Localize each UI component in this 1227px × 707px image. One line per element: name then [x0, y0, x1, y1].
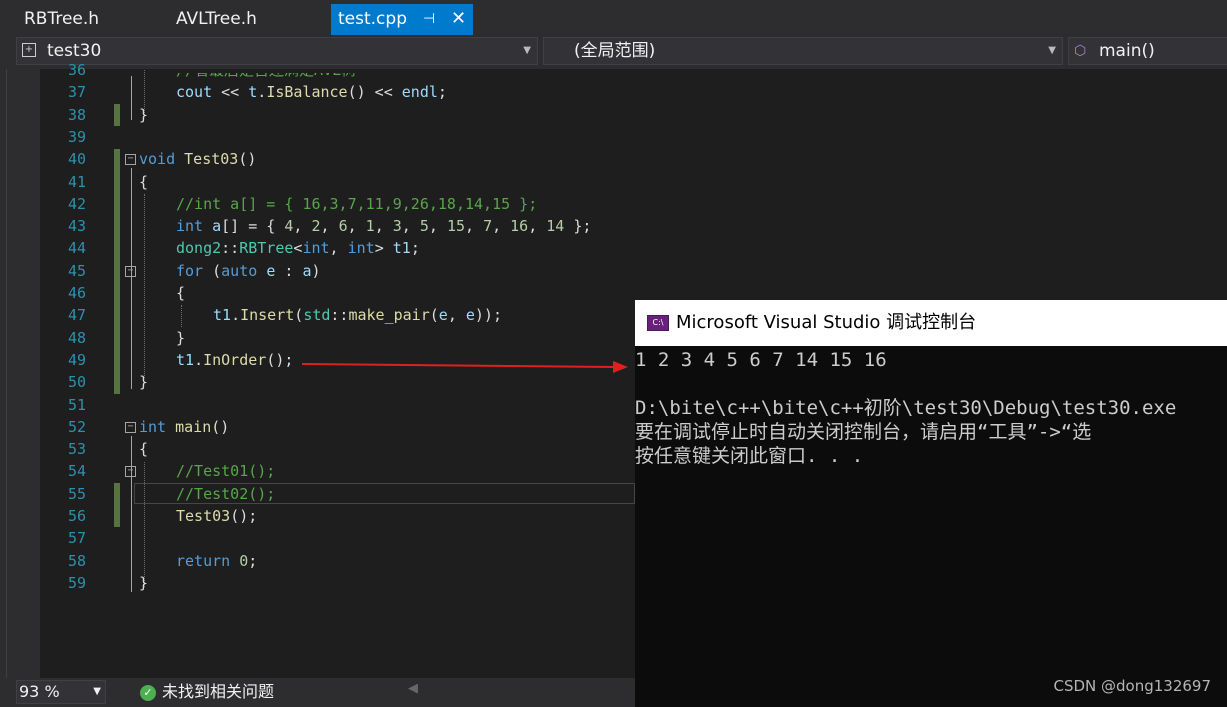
indent-guide — [181, 305, 182, 327]
code-line: } — [139, 574, 149, 592]
code-line: { — [176, 284, 186, 302]
issues-text: 未找到相关问题 — [162, 682, 275, 701]
console-output-line: 1 2 3 4 5 6 7 14 15 16 — [635, 349, 887, 371]
change-indicator — [114, 483, 120, 527]
code-line: int a[] = { 4, 2, 6, 1, 3, 5, 15, 7, 16,… — [176, 217, 592, 235]
line-number: 59 — [67, 574, 86, 592]
navigation-bar: + test30 ▼ (全局范围) ▼ ⬡ main() — [0, 35, 1227, 69]
document-tab-bar: RBTree.h AVLTree.h test.cpp ⊣ ✕ — [0, 0, 1227, 35]
line-number: 49 — [67, 351, 86, 369]
code-line: void Test03() — [139, 150, 257, 168]
line-number: 42 — [67, 195, 86, 213]
scope-name: (全局范围) — [574, 41, 656, 61]
code-line: { — [139, 440, 149, 458]
debug-console-window[interactable]: C:\ Microsoft Visual Studio 调试控制台 1 2 3 … — [635, 300, 1227, 707]
status-bar: 93 % ▼ ✓ 未找到相关问题 ◀ — [0, 678, 635, 707]
line-number: 56 — [67, 507, 86, 525]
line-number: 50 — [67, 373, 86, 391]
scope-dropdown[interactable]: (全局范围) ▼ — [543, 37, 1063, 65]
scope-line — [131, 436, 132, 592]
project-dropdown[interactable]: + test30 ▼ — [16, 37, 538, 65]
line-number: 55 — [67, 485, 86, 503]
tab-label: RBTree.h — [24, 9, 100, 29]
check-circle-icon: ✓ — [140, 684, 156, 701]
code-line: return 0; — [176, 552, 258, 570]
tab-test-cpp[interactable]: test.cpp ⊣ ✕ — [331, 4, 473, 35]
line-number: 38 — [67, 106, 86, 124]
line-number: 44 — [67, 239, 86, 257]
zoom-dropdown[interactable]: 93 % ▼ — [16, 680, 106, 704]
scope-line — [131, 76, 132, 120]
cube-icon: ⬡ — [1074, 43, 1087, 59]
collapse-icon[interactable]: − — [125, 154, 136, 165]
chevron-down-icon: ▼ — [93, 686, 101, 697]
project-icon: + — [22, 43, 36, 57]
indent-guide — [144, 194, 145, 378]
indent-guide — [144, 462, 145, 587]
line-number: 52 — [67, 418, 86, 436]
console-output-line: D:\bite\c++\bite\c++初阶\test30\Debug\test… — [635, 397, 1177, 419]
collapse-icon[interactable]: − — [125, 422, 136, 433]
code-line: int main() — [139, 418, 230, 436]
collapse-icon[interactable]: − — [125, 266, 136, 277]
line-number: 51 — [67, 396, 86, 414]
line-number: 40 — [67, 150, 86, 168]
chevron-down-icon: ▼ — [1048, 45, 1056, 56]
code-line: } — [176, 329, 186, 347]
code-line: //Test01(); — [176, 462, 276, 480]
tab-rbtree-h[interactable]: RBTree.h — [24, 4, 99, 35]
line-number: 45 — [67, 262, 86, 280]
console-output-line: 按任意键关闭此窗口. . . — [635, 445, 864, 467]
tab-label: test.cpp — [338, 9, 407, 29]
chevron-down-icon: ▼ — [523, 45, 531, 56]
code-line: { — [139, 173, 149, 191]
code-line: t1.InOrder(); — [176, 351, 294, 369]
scope-line — [131, 168, 132, 389]
line-number: 41 — [67, 173, 86, 191]
scroll-left-icon[interactable]: ◀ — [408, 681, 418, 696]
close-icon[interactable]: ✕ — [451, 4, 466, 34]
tab-avltree-h[interactable]: AVLTree.h — [176, 4, 257, 35]
line-number: 43 — [67, 217, 86, 235]
code-line: //int a[] = { 16,3,7,11,9,26,18,14,15 }; — [176, 195, 538, 213]
code-line: dong2::RBTree<int, int> t1; — [176, 239, 420, 257]
line-number: 39 — [67, 128, 86, 146]
console-output-line: 要在调试停止时自动关闭控制台，请启用“工具”->“选 — [635, 421, 1092, 443]
line-number: 58 — [67, 552, 86, 570]
code-line: t1.Insert(std::make_pair(e, e)); — [213, 306, 502, 324]
code-line: } — [139, 106, 149, 124]
member-dropdown[interactable]: ⬡ main() — [1068, 37, 1227, 65]
line-number: 57 — [67, 529, 86, 547]
code-line: cout << t.IsBalance() << endl; — [176, 83, 447, 101]
line-number: 53 — [67, 440, 86, 458]
pin-icon[interactable]: ⊣ — [423, 4, 435, 34]
code-line: for (auto e : a) — [176, 262, 321, 280]
console-app-icon: C:\ — [647, 315, 669, 331]
member-name: main() — [1099, 41, 1155, 61]
left-tool-strip — [0, 69, 40, 678]
console-titlebar[interactable]: C:\ Microsoft Visual Studio 调试控制台 — [635, 300, 1227, 346]
console-title: Microsoft Visual Studio 调试控制台 — [676, 312, 977, 333]
change-indicator — [114, 149, 120, 394]
code-line: } — [139, 373, 149, 391]
watermark: CSDN @dong132697 — [1053, 677, 1211, 695]
line-number: 47 — [67, 306, 86, 324]
change-indicator — [114, 104, 120, 126]
code-line: Test03(); — [176, 507, 258, 525]
issues-indicator[interactable]: ✓ 未找到相关问题 — [140, 681, 274, 703]
line-number: 48 — [67, 329, 86, 347]
line-number: 36 — [67, 61, 86, 79]
line-number: 46 — [67, 284, 86, 302]
line-number: 54 — [67, 462, 86, 480]
collapse-icon[interactable]: − — [125, 466, 136, 477]
code-line: //Test02(); — [176, 485, 276, 503]
tab-label: AVLTree.h — [176, 9, 257, 29]
line-number: 37 — [67, 83, 86, 101]
zoom-value: 93 % — [19, 682, 60, 701]
